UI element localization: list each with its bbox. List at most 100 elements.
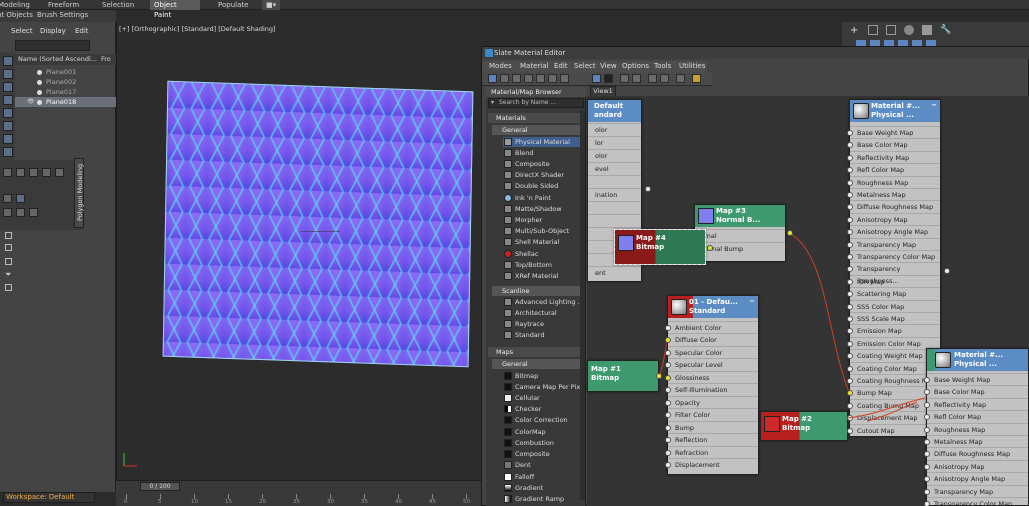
- tree-item-plane002[interactable]: Plane002: [15, 77, 116, 87]
- browser-section-materials[interactable]: Materials: [488, 113, 584, 123]
- browser-item-gradient[interactable]: Gradient: [503, 483, 583, 493]
- parameter-editor-icon[interactable]: [660, 74, 669, 83]
- edge-mode-icon[interactable]: [16, 168, 25, 177]
- tree-item-plane001[interactable]: Plane001: [15, 67, 116, 77]
- browser-subsection-maps-general[interactable]: General: [492, 359, 584, 369]
- tree-item-plane018[interactable]: 👁 Plane018: [15, 97, 116, 107]
- layout-all-icon[interactable]: [620, 74, 629, 83]
- polygon-mode-icon[interactable]: [42, 168, 51, 177]
- folder-icon[interactable]: [5, 284, 12, 291]
- browser-title[interactable]: Material/Map Browser: [486, 87, 586, 97]
- browser-item-composite-map[interactable]: Composite: [503, 449, 583, 459]
- time-slider[interactable]: 0 / 100: [140, 482, 180, 491]
- ribbon-tab-populate[interactable]: Populate: [214, 0, 252, 10]
- browser-item-checker[interactable]: Checker: [503, 404, 583, 414]
- ribbon-tab-object-paint[interactable]: Object Paint: [150, 0, 200, 19]
- sme-menu-modes[interactable]: Modes: [489, 62, 512, 70]
- sme-menu-utilities[interactable]: Utilities: [679, 62, 705, 70]
- layer-add-icon[interactable]: [5, 244, 12, 251]
- time-ruler[interactable]: 0 5 10 15 20 25 30 35 40 45 50: [120, 494, 480, 506]
- workspace-dropdown[interactable]: Workspace: Default: [3, 492, 95, 503]
- move-children-icon[interactable]: [548, 74, 557, 83]
- filter-lights-icon[interactable]: [3, 82, 13, 92]
- polygon-modeling-tab[interactable]: Polygon Modeling: [74, 158, 84, 228]
- sme-menu-tools[interactable]: Tools: [654, 62, 671, 70]
- sort-icon[interactable]: [5, 258, 12, 265]
- search-dropdown-icon[interactable]: ▾: [491, 99, 494, 107]
- browser-item-directx-shader[interactable]: DirectX Shader: [503, 170, 583, 180]
- filter-helpers-icon[interactable]: [3, 108, 13, 118]
- viewport-label[interactable]: [+] [Orthographic] [Standard] [Default S…: [119, 25, 276, 33]
- edit-icon[interactable]: [16, 194, 25, 203]
- browser-item-raytrace[interactable]: Raytrace: [503, 319, 583, 329]
- browser-item-cellular[interactable]: Cellular: [503, 393, 583, 403]
- brush-settings-label[interactable]: Brush Settings: [37, 11, 88, 19]
- pick-material-icon[interactable]: [500, 74, 509, 83]
- sme-menu-view[interactable]: View: [600, 62, 617, 70]
- browser-item-matte-shadow[interactable]: Matte/Shadow: [503, 204, 583, 214]
- motion-tab-icon[interactable]: [904, 25, 914, 35]
- layer-icon[interactable]: [5, 232, 12, 239]
- browser-item-shell-material[interactable]: Shell Material: [503, 237, 583, 247]
- hide-unused-slots-icon[interactable]: [560, 74, 569, 83]
- browser-item-shellac[interactable]: Shellac: [503, 249, 583, 259]
- explorer-column-header[interactable]: Name (Sorted Ascendi... Fro: [15, 54, 116, 65]
- material-map-browser-icon[interactable]: [648, 74, 657, 83]
- view1-tab[interactable]: View1: [590, 86, 616, 96]
- show-shaded-icon[interactable]: [592, 74, 601, 83]
- browser-item-blend[interactable]: Blend: [503, 148, 583, 158]
- sme-menu-edit[interactable]: Edit: [554, 62, 568, 70]
- browser-item-architectural[interactable]: Architectural: [503, 308, 583, 318]
- browser-subsection-scanline[interactable]: Scanline: [492, 286, 584, 296]
- browser-section-maps[interactable]: Maps: [488, 347, 584, 357]
- sme-menu-select[interactable]: Select: [574, 62, 596, 70]
- browser-item-combustion[interactable]: Combustion: [503, 438, 583, 448]
- ribbon-options-icon[interactable]: ■▾: [262, 0, 281, 10]
- sme-title-bar[interactable]: Slate Material Editor: [482, 47, 1029, 59]
- browser-item-morpher[interactable]: Morpher: [503, 215, 583, 225]
- browser-search-input[interactable]: ▾ Search by Name ...: [488, 98, 584, 108]
- select-tool-icon[interactable]: [488, 74, 497, 83]
- paint-objects-label[interactable]: nt Objects: [0, 11, 33, 19]
- highlight-icon[interactable]: [692, 74, 701, 83]
- browser-item-advanced-lighting[interactable]: Advanced Lighting ...: [503, 297, 583, 307]
- browser-item-physical-material[interactable]: Physical Material: [503, 137, 583, 147]
- select-by-material-icon[interactable]: [676, 74, 685, 83]
- browser-item-top-bottom[interactable]: Top/Bottom: [503, 260, 583, 270]
- display-tab-icon[interactable]: [922, 25, 932, 35]
- browser-subsection-general[interactable]: General: [492, 125, 584, 135]
- layout-children-icon[interactable]: [632, 74, 641, 83]
- filter-shapes-icon[interactable]: [3, 69, 13, 79]
- browser-item-ink-n-paint[interactable]: Ink 'n Paint: [503, 193, 583, 203]
- sme-menu-options[interactable]: Options: [622, 62, 649, 70]
- sme-menu-material[interactable]: Material: [520, 62, 548, 70]
- show-end-result-icon[interactable]: [604, 74, 613, 83]
- browser-item-dent[interactable]: Dent: [503, 460, 583, 470]
- filter-icon[interactable]: ⏷: [5, 270, 12, 279]
- modify-tab-icon[interactable]: [868, 25, 878, 35]
- delete-selected-icon[interactable]: [536, 74, 545, 83]
- browser-item-colormap[interactable]: ColorMap: [503, 427, 583, 437]
- filter-geometry-icon[interactable]: [3, 56, 13, 66]
- ribbon-tab-selection[interactable]: Selection: [98, 0, 138, 10]
- hierarchy-tab-icon[interactable]: [886, 25, 896, 35]
- filter-spacewarps-icon[interactable]: [3, 121, 13, 131]
- browser-item-composite[interactable]: Composite: [503, 159, 583, 169]
- visibility-eye-icon[interactable]: 👁: [27, 97, 35, 107]
- browser-item-color-correction[interactable]: Color Correction: [503, 415, 583, 425]
- ribbon-tab-modeling[interactable]: Modeling: [0, 0, 34, 10]
- filter-groups-icon[interactable]: [3, 134, 13, 144]
- browser-item-multi-sub-object[interactable]: Multi/Sub-Object: [503, 226, 583, 236]
- modify-selection-icon[interactable]: [3, 194, 12, 203]
- utilities-tab-icon[interactable]: 🔧: [940, 25, 951, 35]
- explorer-menu-edit[interactable]: Edit: [75, 27, 89, 35]
- border-mode-icon[interactable]: [29, 168, 38, 177]
- filter-bones-icon[interactable]: [3, 147, 13, 157]
- put-to-scene-icon[interactable]: [512, 74, 521, 83]
- browser-scrollbar[interactable]: [580, 110, 585, 500]
- browser-item-double-sided[interactable]: Double Sided: [503, 181, 583, 191]
- tris-icon[interactable]: [29, 208, 38, 217]
- browser-item-standard[interactable]: Standard: [503, 330, 583, 340]
- element-mode-icon[interactable]: [55, 168, 64, 177]
- filter-cameras-icon[interactable]: [3, 95, 13, 105]
